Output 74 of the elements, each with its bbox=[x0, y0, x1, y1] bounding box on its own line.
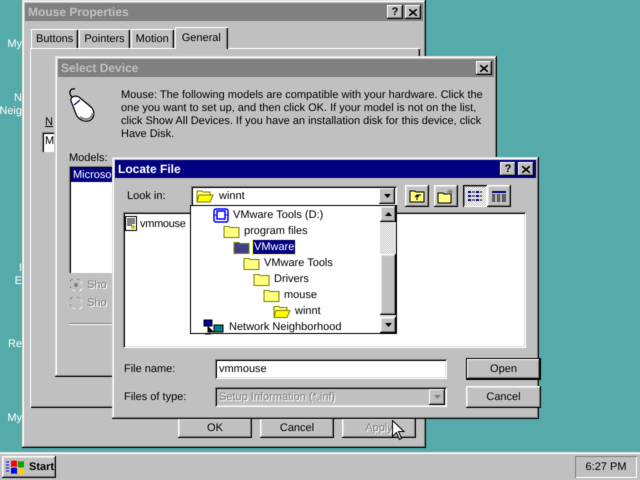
look-in-dropdown[interactable]: winnt bbox=[191, 186, 397, 206]
folder-list-item[interactable]: winnt bbox=[294, 304, 322, 318]
file-name[interactable]: vmmouse bbox=[140, 218, 186, 230]
folder-icon bbox=[253, 272, 270, 286]
toolbar-button[interactable] bbox=[434, 185, 458, 207]
window-title: Select Device bbox=[61, 61, 140, 75]
folder-icon bbox=[263, 288, 280, 302]
radio-label: Sho bbox=[87, 279, 107, 291]
help-button[interactable]: ? bbox=[387, 5, 403, 19]
close-icon bbox=[409, 8, 417, 16]
cancel-button[interactable]: Cancel bbox=[466, 386, 541, 408]
tab[interactable]: General bbox=[174, 27, 228, 49]
desktop-icon-label: E bbox=[14, 275, 22, 288]
dialog-button[interactable]: Cancel bbox=[260, 418, 334, 438]
models-label: Models: bbox=[69, 152, 109, 164]
file-name-field[interactable]: vmmouse bbox=[215, 359, 447, 379]
desktop-icon-label: Neig bbox=[0, 105, 22, 118]
file-name-label: File name: bbox=[124, 363, 176, 375]
folder-list-item[interactable]: program files bbox=[243, 224, 309, 238]
close-button[interactable] bbox=[518, 162, 534, 176]
close-button[interactable] bbox=[405, 5, 421, 19]
folder-list-item[interactable]: Network Neighborhood bbox=[228, 320, 343, 334]
desktop-icon-label: Re bbox=[8, 338, 22, 351]
down-arrow-icon bbox=[384, 323, 392, 327]
list-view-icon bbox=[467, 190, 483, 202]
desktop-icon-label: My bbox=[7, 412, 22, 425]
folder-list-item[interactable]: VMware Tools (D:) bbox=[232, 208, 324, 222]
tab[interactable]: Buttons bbox=[31, 29, 78, 48]
clock: 6:27 PM bbox=[575, 456, 637, 478]
open-folder-icon bbox=[196, 189, 214, 203]
drive-icon bbox=[213, 208, 229, 222]
toolbar-button[interactable] bbox=[405, 185, 429, 207]
tab[interactable]: Pointers bbox=[79, 29, 130, 48]
close-icon bbox=[480, 64, 488, 72]
folder-list-item[interactable]: Drivers bbox=[273, 272, 310, 286]
windows-logo-icon bbox=[5, 459, 27, 475]
list-item[interactable]: Microso bbox=[71, 168, 113, 182]
window-title: Mouse Properties bbox=[28, 5, 130, 19]
dialog-button[interactable]: OK bbox=[178, 418, 252, 438]
folder-icon bbox=[223, 224, 240, 238]
down-arrow-icon bbox=[434, 395, 440, 399]
desktop-icon-label: My bbox=[7, 38, 22, 51]
folder-list-item[interactable]: VMware bbox=[253, 240, 296, 254]
toolbar-button[interactable] bbox=[487, 185, 511, 207]
instruction-text: Mouse: The following models are compatible with your hardware. Click the one you want to set up, and then click OK. If your model is not on the list, click Show All Devices. If you have an installation disk for this device, click Have Disk. bbox=[121, 89, 484, 141]
folder-icon bbox=[233, 240, 250, 254]
field-label: N bbox=[45, 116, 53, 128]
tab[interactable]: Motion bbox=[130, 29, 174, 48]
toolbar-button[interactable] bbox=[463, 185, 487, 207]
new-folder-icon bbox=[437, 188, 455, 204]
details-view-icon bbox=[491, 190, 507, 202]
look-in-value: winnt bbox=[219, 190, 246, 202]
radio-label: Sho bbox=[87, 297, 107, 309]
window-title: Locate File bbox=[118, 162, 182, 176]
help-button[interactable]: ? bbox=[500, 162, 516, 176]
open-folder-icon bbox=[273, 304, 291, 318]
close-icon bbox=[522, 166, 530, 172]
folder-list-item[interactable]: mouse bbox=[283, 288, 318, 302]
scrollbar[interactable] bbox=[380, 206, 396, 333]
open-button[interactable]: Open bbox=[466, 358, 541, 380]
close-button[interactable] bbox=[476, 61, 492, 75]
file-type-label: Files of type: bbox=[124, 391, 188, 403]
folder-icon bbox=[243, 256, 260, 270]
desktop-icon-label: N bbox=[14, 92, 22, 105]
down-arrow-icon bbox=[384, 194, 390, 198]
start-button[interactable]: Start bbox=[2, 456, 56, 478]
text-field[interactable]: M bbox=[42, 132, 54, 152]
dropdown-arrow-button[interactable] bbox=[379, 188, 395, 204]
up-folder-icon bbox=[409, 189, 425, 203]
look-in-label: Look in: bbox=[126, 190, 167, 202]
desktop-icon-label: I bbox=[18, 262, 22, 275]
mouse-pointer-icon bbox=[392, 420, 405, 441]
folder-list-item[interactable]: VMware Tools bbox=[263, 256, 334, 270]
up-arrow-icon bbox=[384, 212, 392, 216]
